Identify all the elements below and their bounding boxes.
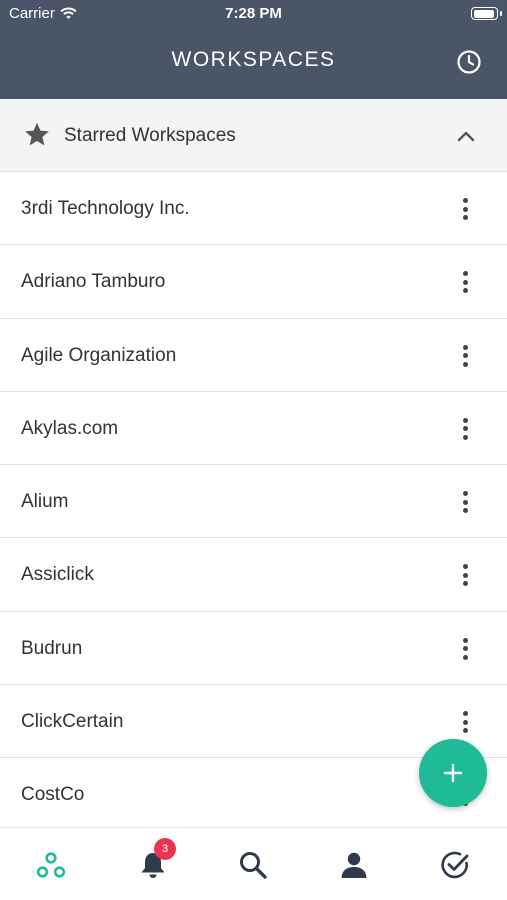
more-options-icon[interactable]: [455, 488, 475, 516]
page-title: WORKSPACES: [171, 48, 336, 71]
search-icon[interactable]: [237, 849, 269, 881]
more-options-icon[interactable]: [455, 342, 475, 370]
workspace-row[interactable]: Adriano Tamburo: [0, 245, 507, 319]
more-options-icon[interactable]: [455, 635, 475, 663]
status-time: 7:28 PM: [225, 5, 282, 22]
workspace-name: Assiclick: [21, 564, 94, 586]
notification-badge: 3: [154, 838, 176, 860]
workspace-name: Akylas.com: [21, 417, 119, 439]
workspace-name: Agile Organization: [21, 344, 177, 366]
star-icon: [25, 122, 49, 146]
workspace-row[interactable]: Agile Organization: [0, 318, 507, 392]
workspace-name: Budrun: [21, 637, 83, 659]
more-options-icon[interactable]: [455, 708, 475, 736]
bottom-tab-bar: [0, 827, 507, 900]
chevron-up-icon[interactable]: [455, 125, 477, 147]
workspace-row[interactable]: Akylas.com: [0, 391, 507, 466]
more-options-icon[interactable]: [455, 415, 475, 443]
workspace-row[interactable]: 3rdi Technology Inc.: [0, 172, 507, 246]
workspace-row[interactable]: Alium: [0, 465, 507, 539]
add-workspace-button[interactable]: [419, 739, 487, 807]
workspace-name: Alium: [21, 491, 69, 513]
workspace-row[interactable]: Budrun: [0, 611, 507, 686]
more-options-icon[interactable]: [455, 268, 475, 296]
more-options-icon[interactable]: [455, 561, 475, 589]
workspace-name: Adriano Tamburo: [21, 271, 166, 293]
plus-icon: [443, 763, 463, 783]
app-header: Carrier 7:28 PM WORKSPACES: [0, 0, 507, 99]
workspace-name: CostCo: [21, 784, 85, 806]
battery-icon: [471, 7, 502, 20]
workspace-list: 3rdi Technology Inc. Adriano Tamburo Agi…: [0, 172, 507, 832]
more-options-icon[interactable]: [455, 195, 475, 223]
workspace-row[interactable]: Assiclick: [0, 538, 507, 612]
profile-icon[interactable]: [338, 849, 370, 881]
starred-workspaces-label: Starred Workspaces: [64, 125, 236, 146]
workspaces-icon[interactable]: [35, 849, 67, 881]
history-clock-icon[interactable]: [456, 49, 482, 75]
workspace-name: ClickCertain: [21, 711, 124, 733]
status-bar: Carrier 7:28 PM: [0, 0, 507, 30]
tasks-check-icon[interactable]: [439, 849, 471, 881]
workspace-name: 3rdi Technology Inc.: [21, 198, 190, 219]
